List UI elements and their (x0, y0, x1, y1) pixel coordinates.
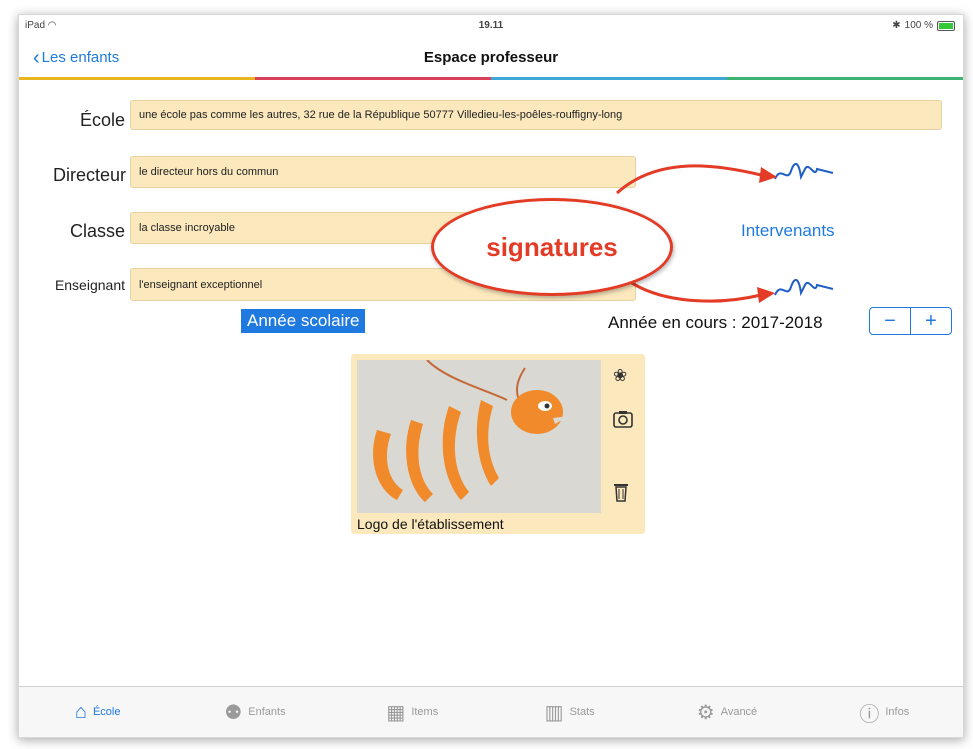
decrement-button[interactable]: − (870, 308, 910, 334)
tab-avance[interactable]: ⚙ Avancé (648, 687, 805, 737)
signatures-callout: signatures (431, 198, 673, 296)
annee-scolaire-button[interactable]: Année scolaire (241, 309, 366, 333)
gear-icon: ⚙ (696, 701, 715, 724)
logo-caption: Logo de l'établissement (357, 516, 504, 532)
increment-button[interactable]: + (910, 308, 951, 334)
arrow-head-icon (757, 287, 775, 303)
year-stepper[interactable]: − + (869, 307, 952, 335)
tab-bar: ⌂ École ⚉ Enfants ▦ Items ▥ Stats ⚙ Avancé ⓘ I… (19, 686, 963, 737)
camera-icon[interactable] (613, 410, 633, 433)
tab-items[interactable]: ▦ Items (334, 687, 491, 737)
signatures-callout-text: signatures (486, 231, 618, 262)
tab-enfants[interactable]: ⚉ Enfants (176, 687, 333, 737)
tab-ecole[interactable]: ⌂ École (19, 687, 176, 737)
arrow-head-icon (759, 167, 777, 183)
trash-icon[interactable] (613, 482, 629, 507)
logo-image[interactable] (357, 360, 601, 513)
chart-icon: ▥ (544, 701, 564, 724)
logo-panel: ❀ Logo de l'établissement (351, 354, 645, 534)
flower-icon[interactable]: ❀ (613, 366, 627, 386)
ipad-screen: iPad ◠ 19.11 ✱ 100 % ‹ Les enfants Espace… (18, 14, 964, 738)
tab-stats[interactable]: ▥ Stats (491, 687, 648, 737)
people-icon: ⚉ (224, 701, 243, 724)
annee-en-cours: Année en cours : 2017-2018 (608, 313, 823, 332)
tab-infos[interactable]: ⓘ Infos (806, 687, 963, 737)
info-icon: ⓘ (859, 703, 880, 726)
bee-logo-icon (357, 360, 601, 513)
house-icon: ⌂ (74, 700, 87, 723)
grid-icon: ▦ (386, 701, 406, 724)
